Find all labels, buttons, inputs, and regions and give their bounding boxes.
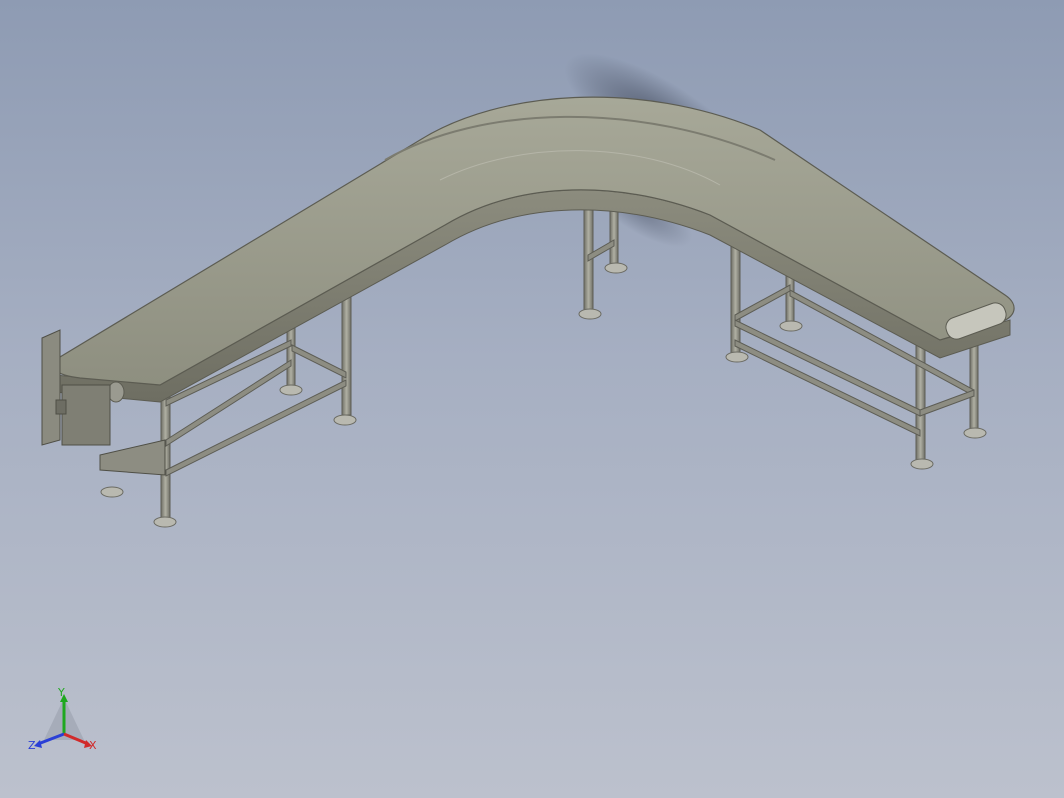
triad-x-label: X xyxy=(89,739,97,752)
graphics-viewport[interactable]: Y Z X xyxy=(0,0,1064,798)
conveyor-model[interactable] xyxy=(0,0,1064,798)
triad-y-label: Y xyxy=(58,686,65,699)
triad-z-label: Z xyxy=(28,739,36,752)
coordinate-triad: Y Z X xyxy=(26,684,106,756)
conveyor-belt-top xyxy=(51,96,1015,386)
